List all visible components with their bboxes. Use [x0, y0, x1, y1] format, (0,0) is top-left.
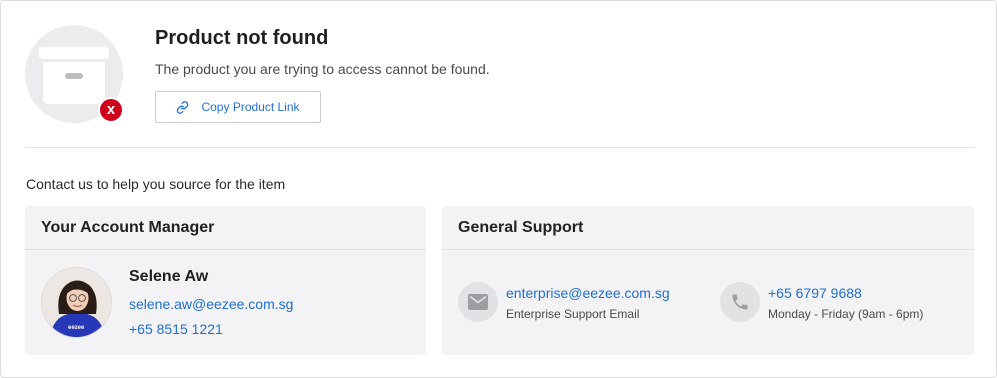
manager-name: Selene Aw — [129, 268, 209, 285]
support-email-caption: Enterprise Support Email — [506, 307, 640, 321]
link-icon — [176, 100, 189, 114]
product-not-found-card: x Product not found The product you are … — [0, 0, 997, 378]
avatar: eezee — [41, 267, 112, 338]
phone-icon — [720, 282, 760, 322]
support-email-item: enterprise@eezee.com.sg Enterprise Suppo… — [458, 282, 698, 322]
support-phone-item: +65 6797 9688 Monday - Friday (9am - 6pm… — [720, 282, 960, 322]
manager-email-link[interactable]: selene.aw@eezee.com.sg — [129, 296, 293, 312]
manager-phone-link[interactable]: +65 8515 1221 — [129, 321, 223, 337]
copy-product-link-button[interactable]: Copy Product Link — [155, 91, 321, 123]
support-hours-caption: Monday - Friday (9am - 6pm) — [768, 307, 924, 321]
divider — [25, 147, 975, 148]
account-manager-panel: Your Account Manager eezee Selene Aw sel… — [25, 206, 426, 355]
box-body — [43, 62, 105, 104]
general-support-panel: General Support enterprise@eezee.com.sg … — [442, 206, 974, 355]
general-support-heading: General Support — [442, 206, 974, 250]
page-title: Product not found — [155, 27, 329, 49]
box-lid — [39, 47, 109, 59]
empty-box-icon: x — [25, 25, 124, 123]
support-email-link[interactable]: enterprise@eezee.com.sg — [506, 285, 670, 301]
error-message: The product you are trying to access can… — [155, 61, 490, 77]
account-manager-heading: Your Account Manager — [25, 206, 426, 250]
error-x-icon: x — [98, 97, 124, 123]
support-phone-link[interactable]: +65 6797 9688 — [768, 285, 862, 301]
mail-icon — [458, 282, 498, 322]
box-handle — [65, 73, 83, 79]
copy-product-link-label: Copy Product Link — [201, 100, 300, 114]
shirt-logo-text: eezee — [68, 325, 85, 331]
contact-note: Contact us to help you source for the it… — [26, 176, 286, 192]
